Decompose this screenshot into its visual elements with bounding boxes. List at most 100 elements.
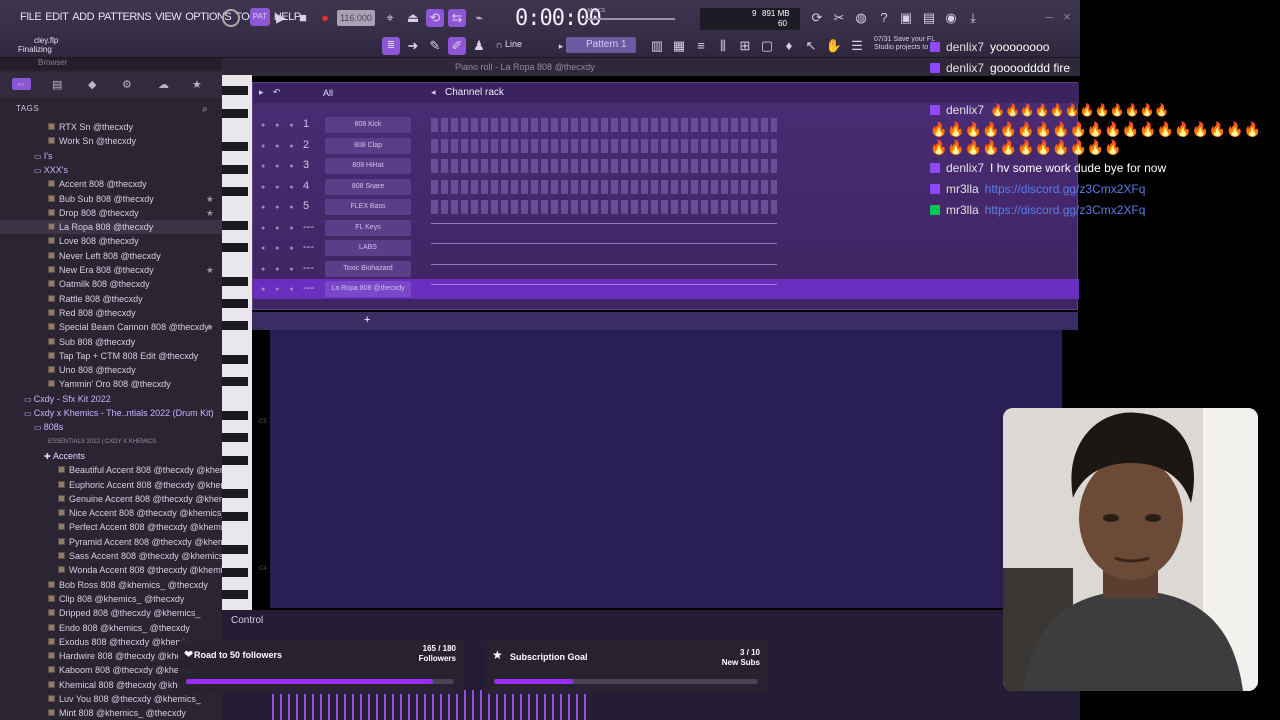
audio-file-icon xyxy=(48,594,55,602)
browser-item[interactable]: Bob Ross 808 @khemics_ @thecxdy xyxy=(0,578,222,592)
browser-item[interactable]: Oatmilk 808 @thecxdy xyxy=(0,277,222,291)
browser-item[interactable]: Sub 808 @thecxdy xyxy=(0,335,222,349)
browser-item[interactable]: Luv You 808 @thecxdy @khemics_ xyxy=(0,692,222,706)
channel-name-button[interactable]: Toxic Biohazard xyxy=(325,260,411,277)
follower-goal-widget: ❤ Road to 50 followers 165 / 180 Follower… xyxy=(178,640,464,694)
browser-item-label: Nice Accent 808 @thecxdy @khemics_ xyxy=(69,508,222,519)
channel-controls[interactable]: ● ● ● xyxy=(261,286,298,293)
black-key[interactable] xyxy=(222,567,248,577)
browser-item[interactable]: Nice Accent 808 @thecxdy @khemics_ xyxy=(0,506,222,520)
channel-controls[interactable]: ● ● ● xyxy=(261,245,298,252)
browser-item[interactable]: Dripped 808 @thecxdy @khemics_ xyxy=(0,606,222,620)
browser-item[interactable]: Clip 808 @khemics_ @thecxdy xyxy=(0,592,222,606)
browser-item-label: Wonda Accent 808 @thecxdy @khemics_ xyxy=(69,565,222,576)
goal-unit: Followers xyxy=(418,654,456,663)
favorite-star-icon[interactable]: ★ xyxy=(206,320,214,334)
piano-roll-grid[interactable] xyxy=(270,330,1062,608)
browser-item-label: Mint 808 @khemics_ @thecxdy xyxy=(59,708,186,719)
subscription-goal-widget: ★ Subscription Goal 3 / 10 New Subs xyxy=(486,640,768,694)
browser-item[interactable]: Uno 808 @thecxdy xyxy=(0,363,222,377)
browser-item[interactable]: Pyramid Accent 808 @thecxdy @khemics_ xyxy=(0,535,222,549)
control-label[interactable]: Control xyxy=(231,615,263,626)
channel-row[interactable]: ● ● ● --- Toxic Biohazard xyxy=(253,259,1079,279)
black-key[interactable] xyxy=(222,276,248,286)
chat-link[interactable]: https://discord.gg/z3Cmx2XFq xyxy=(985,182,1146,196)
black-key[interactable] xyxy=(222,511,248,521)
piano-roll-preview[interactable] xyxy=(431,263,777,274)
browser-item[interactable]: New Era 808 @thecxdy ★ xyxy=(0,263,222,277)
chat-badge-icon xyxy=(930,63,940,73)
browser-item[interactable]: Mint 808 @khemics_ @thecxdy xyxy=(0,706,222,720)
chat-link[interactable]: https://discord.gg/z3Cmx2XFq xyxy=(985,203,1146,217)
channel-controls[interactable]: ● ● ● xyxy=(261,266,298,273)
folder-icon: ▭ xyxy=(24,394,34,404)
velocity-bars[interactable] xyxy=(272,690,592,720)
browser-item[interactable]: Perfect Accent 808 @thecxdy @khemics_ xyxy=(0,520,222,534)
browser-item[interactable]: ESSENTIALS 2022 | CXDY X KHEMICS xyxy=(0,435,222,449)
channel-row[interactable]: ● ● ● --- LABS xyxy=(253,238,1079,258)
black-key[interactable] xyxy=(222,545,248,555)
black-key[interactable] xyxy=(222,377,248,387)
browser-item[interactable]: Euphoric Accent 808 @thecxdy @khemics_ xyxy=(0,478,222,492)
chat-username: mr3lla xyxy=(946,182,979,196)
browser-item[interactable]: Red 808 @thecxdy xyxy=(0,306,222,320)
note-c4-label: C4 xyxy=(259,566,267,572)
black-key[interactable] xyxy=(222,243,248,252)
piano-roll-preview[interactable] xyxy=(431,243,777,253)
chat-overlay: denlix7 yoooooooo denlix7 goooodddd fire den… xyxy=(0,0,1280,230)
black-key[interactable] xyxy=(222,411,248,420)
chat-message: mr3lla https://discord.gg/z3Cmx2XFq xyxy=(930,203,1145,217)
audio-file-icon xyxy=(48,623,55,631)
browser-item[interactable]: Wonda Accent 808 @thecxdy @khemics_ xyxy=(0,563,222,577)
browser-item[interactable]: Endo 808 @khemics_ @thecxdy xyxy=(0,621,222,635)
audio-file-icon xyxy=(48,351,55,359)
black-key[interactable] xyxy=(222,433,248,443)
browser-item[interactable]: Love 808 @thecxdy xyxy=(0,234,222,248)
browser-item[interactable]: Yammin' Oro 808 @thecxdy xyxy=(0,377,222,391)
goal-progress-fill xyxy=(186,679,433,684)
browser-item-label: Genuine Accent 808 @thecxdy @khemics_ xyxy=(69,493,222,504)
browser-item[interactable]: ▭ Cxdy - Sfx Kit 2022 xyxy=(0,392,222,406)
browser-item[interactable]: Beautiful Accent 808 @thecxdy @khemics_ xyxy=(0,463,222,477)
browser-item[interactable]: Sass Accent 808 @thecxdy @khemics_ xyxy=(0,549,222,563)
browser-item-label: Never Left 808 @thecxdy xyxy=(59,250,161,261)
browser-item[interactable]: ▭ Cxdy x Khemics - The..ntials 2022 (Dru… xyxy=(0,406,222,420)
browser-item[interactable]: ▭ 808s xyxy=(0,420,222,434)
browser-item-label: Cxdy - Sfx Kit 2022 xyxy=(33,393,111,404)
channel-number[interactable]: --- xyxy=(303,262,314,274)
channel-name-button[interactable]: La Ropa 808 @thecxdy xyxy=(325,281,411,297)
channel-number[interactable]: --- xyxy=(303,282,314,294)
browser-item[interactable]: Genuine Accent 808 @thecxdy @khemics_ xyxy=(0,492,222,506)
goal-count: 3 / 10 xyxy=(739,648,760,657)
black-key[interactable] xyxy=(222,299,248,308)
browser-item[interactable]: ✚ Accents xyxy=(0,449,222,463)
channel-name-button[interactable]: LABS xyxy=(325,240,411,256)
black-key[interactable] xyxy=(222,355,248,364)
audio-file-icon xyxy=(48,637,55,645)
browser-item-label: Rattle 808 @thecxdy xyxy=(59,293,143,304)
black-key[interactable] xyxy=(222,489,248,499)
black-key[interactable] xyxy=(222,455,248,465)
black-key[interactable] xyxy=(222,590,248,600)
chat-message: denlix7 goooodddd fire xyxy=(930,61,1070,75)
add-channel-icon[interactable]: + xyxy=(364,314,370,326)
goal-title: Road to 50 followers xyxy=(194,650,283,660)
browser-item-label: Cxdy x Khemics - The..ntials 2022 (Drum … xyxy=(33,408,214,418)
webcam-overlay xyxy=(1003,408,1258,691)
piano-roll-timeline[interactable]: + xyxy=(252,312,1078,330)
browser-item-label: Special Beam Cannon 808 @thecxdy xyxy=(59,322,209,333)
browser-item[interactable]: Rattle 808 @thecxdy xyxy=(0,292,222,306)
browser-item[interactable]: Never Left 808 @thecxdy xyxy=(0,249,222,263)
channel-row[interactable]: ● ● ● --- La Ropa 808 @thecxdy xyxy=(253,279,1079,299)
favorite-star-icon[interactable]: ★ xyxy=(206,263,214,277)
audio-file-icon xyxy=(48,366,55,374)
browser-item[interactable]: Tap Tap + CTM 808 Edit @thecxdy xyxy=(0,349,222,363)
audio-file-icon xyxy=(58,552,65,559)
chat-badge-icon xyxy=(930,205,940,215)
channel-number[interactable]: --- xyxy=(303,241,314,253)
chat-emote-overflow: 🔥🔥🔥🔥🔥🔥🔥🔥🔥🔥🔥🔥🔥🔥🔥🔥🔥🔥🔥🔥🔥🔥🔥🔥🔥🔥🔥🔥🔥🔥 xyxy=(930,121,1262,155)
black-key[interactable] xyxy=(222,321,248,331)
audio-file-icon xyxy=(48,337,55,345)
piano-roll-preview[interactable] xyxy=(431,284,777,294)
browser-item[interactable]: Special Beam Cannon 808 @thecxdy ★ xyxy=(0,320,222,334)
